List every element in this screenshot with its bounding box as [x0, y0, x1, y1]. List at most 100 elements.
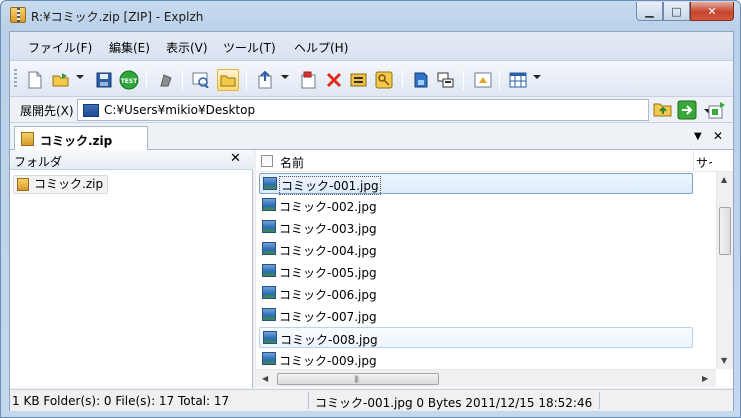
menu-file[interactable]: ファイル(F) — [28, 39, 92, 56]
status-bar: 1 KB Folder(s): 0 File(s): 17 Total: 17 … — [10, 389, 733, 411]
scroll-left-icon[interactable]: ◀ — [262, 374, 268, 383]
file-name: コミック-005.jpg — [279, 266, 377, 280]
horizontal-scroll-thumb[interactable]: ||| — [277, 373, 439, 385]
key-icon[interactable] — [373, 69, 395, 91]
destination-path: C:¥Users¥mikio¥Desktop — [104, 103, 256, 117]
status-selection: コミック-001.jpg 0 Bytes 2011/12/15 18:52:46 — [315, 396, 593, 410]
info-icon[interactable] — [472, 69, 494, 91]
sfx-icon[interactable] — [410, 69, 432, 91]
extract-here-icon[interactable] — [707, 100, 727, 120]
vertical-scrollbar[interactable]: ▲ ▼ — [716, 172, 733, 369]
tree-item-label: コミック.zip — [34, 177, 104, 191]
new-archive-icon[interactable] — [24, 69, 46, 91]
image-file-icon — [262, 242, 276, 255]
folder-pane-close-icon[interactable]: ✕ — [230, 151, 241, 166]
menu-tools[interactable]: ツール(T) — [223, 39, 276, 56]
toolbar: TEST — [10, 61, 733, 97]
tab-archive[interactable]: コミック.zip — [14, 126, 148, 151]
file-name: コミック-007.jpg — [279, 310, 377, 324]
zip-app-icon[interactable] — [10, 7, 26, 23]
close-button[interactable]: ✕ — [690, 2, 734, 21]
folder-up-icon[interactable] — [653, 100, 673, 120]
split-icon[interactable] — [435, 69, 457, 91]
image-file-icon — [263, 331, 277, 344]
client-area: ファイル(F) 編集(E) 表示(V) ツール(T) ヘルプ(H) TEST 展… — [9, 31, 734, 411]
toolbar-grip[interactable] — [14, 69, 17, 89]
file-row[interactable]: コミック-002.jpg — [259, 195, 693, 216]
file-row[interactable]: コミック-007.jpg — [259, 305, 693, 326]
column-divider[interactable] — [693, 150, 694, 172]
layout-icon[interactable] — [507, 69, 529, 91]
toolbar-separator — [499, 70, 500, 90]
status-divider — [599, 392, 600, 409]
scroll-up-icon[interactable]: ▲ — [721, 175, 727, 184]
open-dropdown-icon[interactable] — [76, 75, 84, 79]
archive-add-icon[interactable] — [298, 69, 320, 91]
folder-pane: フォルダ ✕ コミック.zip — [10, 150, 253, 388]
window-title: R:¥コミック.zip [ZIP] - Explzh — [31, 10, 204, 24]
layout-dropdown-icon[interactable] — [533, 75, 541, 79]
delete-icon[interactable] — [323, 69, 345, 91]
file-name: コミック-006.jpg — [279, 288, 377, 302]
image-file-icon — [262, 308, 276, 321]
file-row[interactable]: コミック-004.jpg — [259, 239, 693, 260]
file-list-pane: 名前 サイズ コミック-001.jpg コミック-002.jpg コミック-003.… — [256, 150, 733, 388]
select-all-checkbox[interactable] — [261, 155, 273, 167]
file-row[interactable]: コミック-009.jpg — [259, 349, 693, 369]
properties-icon[interactable] — [348, 69, 370, 91]
destination-input[interactable]: C:¥Users¥mikio¥Desktop — [77, 99, 712, 121]
zip-file-icon — [17, 178, 29, 191]
file-name: コミック-003.jpg — [279, 222, 377, 236]
toolbar-separator — [402, 70, 403, 90]
toolbar-separator — [246, 70, 247, 90]
extract-icon[interactable] — [155, 69, 177, 91]
tab-row: コミック.zip ▼ ✕ — [10, 123, 733, 151]
file-row[interactable]: コミック-008.jpg — [259, 327, 693, 348]
view-icon[interactable] — [190, 69, 212, 91]
add-icon[interactable] — [254, 69, 276, 91]
folder-pane-title: フォルダ — [14, 155, 63, 169]
vertical-scroll-thumb[interactable] — [719, 207, 731, 255]
column-header-size[interactable]: サイズ — [696, 154, 712, 171]
scroll-right-icon[interactable]: ▶ — [702, 374, 708, 383]
status-divider — [308, 392, 309, 409]
test-icon[interactable]: TEST — [118, 69, 140, 91]
menu-view[interactable]: 表示(V) — [166, 39, 208, 56]
toolbar-separator — [146, 70, 147, 90]
scroll-down-icon[interactable]: ▼ — [721, 356, 727, 365]
open-icon[interactable] — [50, 69, 72, 91]
tab-close-icon[interactable]: ✕ — [713, 129, 723, 143]
destination-label: 展開先(X) — [20, 104, 74, 118]
horizontal-scrollbar[interactable]: ◀ ||| ▶ — [256, 369, 716, 387]
minimize-button[interactable]: ▁ — [636, 2, 663, 21]
file-row[interactable]: コミック-005.jpg — [259, 261, 693, 282]
go-icon[interactable] — [677, 100, 697, 120]
title-bar[interactable]: R:¥コミック.zip [ZIP] - Explzh ▁ □ ✕ — [1, 1, 740, 31]
file-name: コミック-001.jpg — [279, 176, 381, 195]
folder-view-icon[interactable] — [217, 69, 239, 91]
tab-menu-icon[interactable]: ▼ — [694, 131, 702, 142]
file-name: コミック-004.jpg — [279, 244, 377, 258]
add-dropdown-icon[interactable] — [281, 75, 289, 79]
file-list: コミック-001.jpg コミック-002.jpg コミック-003.jpg コミック… — [256, 173, 716, 369]
scroll-grip-icon: ||| — [354, 375, 359, 383]
file-row[interactable]: コミック-006.jpg — [259, 283, 693, 304]
window-controls: ▁ □ ✕ — [636, 2, 734, 21]
menu-help[interactable]: ヘルプ(H) — [294, 39, 348, 56]
image-file-icon — [263, 177, 277, 190]
image-file-icon — [262, 220, 276, 233]
file-name: コミック-009.jpg — [279, 354, 377, 368]
menu-edit[interactable]: 編集(E) — [109, 39, 150, 56]
status-summary: 1 KB Folder(s): 0 File(s): 17 Total: 17 — [12, 394, 230, 408]
save-icon[interactable] — [93, 69, 115, 91]
file-row[interactable]: コミック-003.jpg — [259, 217, 693, 238]
tab-label: コミック.zip — [40, 134, 113, 148]
file-row[interactable]: コミック-001.jpg — [259, 173, 693, 195]
file-list-header: 名前 サイズ — [256, 150, 733, 172]
test-icon-label: TEST — [121, 78, 139, 85]
maximize-button[interactable]: □ — [663, 2, 690, 21]
tree-item-archive[interactable]: コミック.zip — [13, 175, 109, 194]
column-header-name[interactable]: 名前 — [280, 154, 304, 171]
file-name: コミック-002.jpg — [279, 200, 377, 214]
toolbar-separator — [182, 70, 183, 90]
